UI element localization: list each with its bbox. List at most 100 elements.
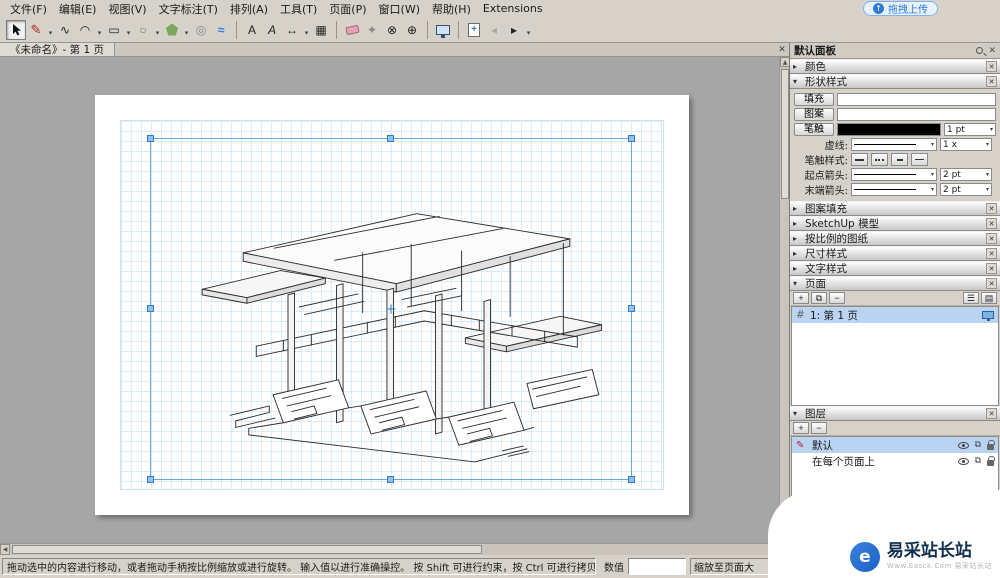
delete-page-button[interactable]: − [829,292,845,304]
presentation-tool[interactable] [433,20,453,40]
list-view-icon[interactable]: ☰ [963,292,979,304]
menu-pages[interactable]: 页面(P) [323,0,372,18]
value-input[interactable] [628,558,686,575]
fill-swatch[interactable] [837,93,996,106]
menu-text[interactable]: 文字标注(T) [153,0,224,18]
drawing-canvas[interactable] [0,57,789,543]
arc-dropdown-icon[interactable]: ▾ [95,20,104,40]
add-layer-button[interactable]: + [793,422,809,434]
stroke-join-button[interactable] [891,153,908,166]
section-layers[interactable]: ▾ 图层 ✕ [790,406,1000,421]
close-icon[interactable]: ✕ [986,278,997,289]
add-page-tool[interactable]: + [464,20,484,40]
menu-arrange[interactable]: 排列(A) [224,0,274,18]
polygon-tool[interactable] [162,20,182,40]
circle-tool[interactable]: ○ [133,20,153,40]
close-icon[interactable]: ✕ [986,61,997,72]
dash-scale-select[interactable]: 1 x ▾ [940,138,992,151]
paper-page[interactable] [95,95,689,515]
table-tool[interactable]: ▦ [311,20,331,40]
delete-layer-button[interactable]: − [811,422,827,434]
tab-close-icon[interactable]: ✕ [775,43,789,56]
stroke-cap-button[interactable] [871,153,888,166]
horizontal-scrollbar[interactable]: ◀ ▶ [0,543,779,555]
split-tool[interactable]: ⊗ [382,20,402,40]
select-tool[interactable] [6,20,26,40]
close-icon[interactable]: ✕ [986,218,997,229]
menu-extensions[interactable]: Extensions [477,1,549,16]
fill-button[interactable]: 填充 [794,93,834,106]
section-colors[interactable]: ▸ 颜色 ✕ [790,59,1000,74]
freehand-tool[interactable]: ∿ [55,20,75,40]
panel-titlebar[interactable]: 默认面板 ✕ [790,43,1000,59]
lock-icon[interactable] [987,444,994,450]
vertical-scroll-thumb[interactable] [781,69,789,199]
visibility-icon[interactable] [958,458,969,465]
arc-tool[interactable]: ◠ [75,20,95,40]
section-shape-style[interactable]: ▾ 形状样式 ✕ [790,74,1000,89]
grid-view-icon[interactable]: ▤ [981,292,997,304]
panel-close-icon[interactable]: ✕ [988,46,996,56]
pattern-button[interactable]: 图案 [794,108,834,121]
duplicate-page-button[interactable]: ⧉ [811,292,827,304]
close-icon[interactable]: ✕ [986,233,997,244]
circle-dropdown-icon[interactable]: ▾ [153,20,162,40]
pattern-swatch[interactable] [837,108,996,121]
selection-handle[interactable] [147,305,154,312]
stroke-join-button[interactable] [911,153,928,166]
prev-page-tool[interactable]: ◂ [484,20,504,40]
share-icon[interactable]: ⧉ [975,441,981,450]
selection-handle[interactable] [628,476,635,483]
menu-edit[interactable]: 编辑(E) [53,0,103,18]
presentation-screen-icon[interactable] [982,311,994,319]
offset-tool[interactable]: ◎ [191,20,211,40]
menu-file[interactable]: 文件(F) [4,0,53,18]
layer-list-item[interactable]: ✎ 默认 ⧉ [792,437,998,453]
add-page-button[interactable]: + [793,292,809,304]
dimension-tool[interactable]: ↔ [282,20,302,40]
close-icon[interactable]: ✕ [986,76,997,87]
selection-handle[interactable] [628,305,635,312]
section-scaled-drawing[interactable]: ▸ 按比例的图纸 ✕ [790,231,1000,246]
eraser-tool[interactable] [342,20,362,40]
section-sketchup-model[interactable]: ▸ SketchUp 模型 ✕ [790,216,1000,231]
selection-handle[interactable] [147,135,154,142]
close-icon[interactable]: ✕ [986,203,997,214]
close-icon[interactable]: ✕ [986,248,997,259]
pin-icon[interactable] [976,47,983,54]
text-tool[interactable]: A [242,20,262,40]
vertical-scrollbar[interactable]: ▲ ▼ [779,57,789,543]
selection-bounds[interactable] [150,138,632,480]
page-list-item[interactable]: # 1: 第 1 页 [792,307,998,323]
stroke-swatch[interactable] [837,123,941,136]
rectangle-dropdown-icon[interactable]: ▾ [124,20,133,40]
selection-handle[interactable] [628,135,635,142]
selection-handle[interactable] [387,135,394,142]
eyedropper-tool[interactable]: ✦ [362,20,382,40]
rectangle-tool[interactable]: ▭ [104,20,124,40]
selection-handle[interactable] [147,476,154,483]
visibility-icon[interactable] [958,442,969,449]
dimension-dropdown-icon[interactable]: ▾ [302,20,311,40]
join-tool[interactable]: ⊕ [402,20,422,40]
next-page-tool[interactable]: ▸ [504,20,524,40]
style-tool[interactable]: ≈ [211,20,231,40]
close-icon[interactable]: ✕ [986,408,997,419]
pencil-dropdown-icon[interactable]: ▾ [46,20,55,40]
menu-window[interactable]: 窗口(W) [373,0,426,18]
upload-button[interactable]: ↑ 拖拽上传 [863,1,938,16]
lock-icon[interactable] [987,460,994,466]
dashes-select[interactable]: ▾ [851,138,937,151]
toolbar-overflow-icon[interactable]: ▾ [524,20,533,40]
scroll-left-icon[interactable]: ◀ [0,544,10,555]
label-tool[interactable]: A [262,20,282,40]
share-icon[interactable]: ⧉ [975,457,981,466]
menu-view[interactable]: 视图(V) [102,0,152,18]
polygon-dropdown-icon[interactable]: ▾ [182,20,191,40]
selection-center-icon[interactable] [387,305,396,314]
stroke-width-select[interactable]: 1 pt ▾ [944,123,996,136]
selection-handle[interactable] [387,476,394,483]
document-tab[interactable]: 《未命名》- 第 1 页 [0,43,115,56]
layer-list-item[interactable]: 在每个页面上 ⧉ [792,453,998,469]
section-pattern-fill[interactable]: ▸ 图案填充 ✕ [790,201,1000,216]
